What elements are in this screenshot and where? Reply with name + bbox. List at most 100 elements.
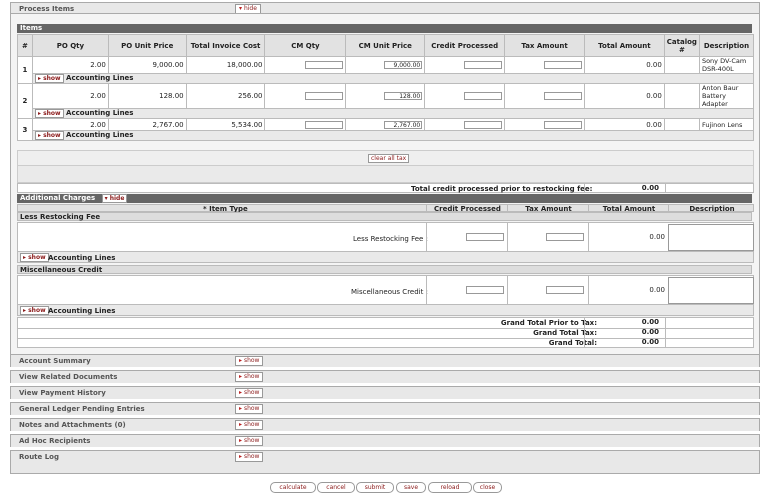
grand-total-prior-tax-label: Grand Total Prior to Tax: bbox=[500, 319, 597, 327]
cm-qty-input[interactable] bbox=[305, 92, 344, 100]
po-unit-price-cell: 2,767.00 bbox=[107, 118, 187, 131]
less-restocking-label: Less Restocking Fee : bbox=[353, 235, 428, 243]
col-po-qty: PO Qty bbox=[31, 34, 109, 57]
tab-notes-and-attachments[interactable]: Notes and Attachments (0) ▸ show bbox=[10, 418, 760, 431]
credit-processed-input[interactable] bbox=[464, 61, 503, 69]
col-tax-amount: Tax Amount bbox=[504, 34, 585, 57]
total-credit-label: Total credit processed prior to restocki… bbox=[411, 185, 593, 193]
ad-hoc-show-button[interactable]: ▸ show bbox=[235, 436, 264, 446]
reload-button[interactable]: reload bbox=[428, 482, 472, 493]
accounting-lines-show-button[interactable]: ▸ show bbox=[34, 131, 64, 140]
tab-title: Route Log bbox=[19, 453, 59, 461]
triangle-down-icon: ▾ bbox=[239, 5, 243, 12]
tab-title: Notes and Attachments (0) bbox=[19, 421, 126, 429]
tab-general-ledger-pending-entries[interactable]: General Ledger Pending Entries ▸ show bbox=[10, 402, 760, 415]
col-total-amount: Total Amount bbox=[583, 34, 665, 57]
misc-description-textarea[interactable] bbox=[668, 277, 754, 304]
accounting-lines-row: ▸ show Accounting Lines bbox=[18, 130, 755, 141]
submit-button[interactable]: submit bbox=[356, 482, 394, 493]
catalog-cell bbox=[663, 56, 700, 74]
misc-credit-header: Miscellaneous Credit bbox=[17, 265, 752, 274]
col-po-unit-price: PO Unit Price bbox=[107, 34, 187, 57]
accounting-lines-show-button[interactable]: ▸ show bbox=[34, 74, 64, 83]
table-row: 3 2.00 2,767.00 5,534.00 2,767.00 0.00 F… bbox=[17, 118, 755, 141]
total-credit-value: 0.00 bbox=[584, 184, 666, 192]
cm-qty-input[interactable] bbox=[305, 120, 344, 129]
accounting-lines-row: ▸ show Accounting Lines bbox=[18, 108, 755, 119]
col-cm-unit-price: CM Unit Price bbox=[345, 34, 426, 57]
misc-accounting-lines-row: ▸ show Accounting Lines bbox=[17, 305, 754, 316]
po-qty-cell: 2.00 bbox=[31, 83, 109, 109]
triangle-right-icon: ▸ bbox=[239, 437, 243, 444]
tax-amount-input[interactable] bbox=[543, 120, 582, 129]
col-catalog: Catalog # bbox=[663, 34, 700, 57]
cm-unit-price-input[interactable]: 128.00 bbox=[384, 92, 423, 100]
payment-history-show-button[interactable]: ▸ show bbox=[235, 388, 264, 398]
tab-ad-hoc-recipients[interactable]: Ad Hoc Recipients ▸ show bbox=[10, 434, 760, 447]
restocking-tax-input[interactable] bbox=[546, 233, 584, 241]
po-unit-price-cell: 128.00 bbox=[107, 83, 187, 109]
credit-processed-input[interactable] bbox=[464, 120, 503, 129]
additional-charges-hide-button[interactable]: ▾ hide bbox=[101, 194, 128, 203]
total-amount-cell: 0.00 bbox=[583, 56, 665, 74]
process-items-title: Process Items bbox=[19, 5, 75, 13]
restocking-accounting-lines-row: ▸ show Accounting Lines bbox=[17, 252, 754, 263]
notes-show-button[interactable]: ▸ show bbox=[235, 420, 264, 430]
triangle-right-icon: ▸ bbox=[239, 389, 243, 396]
triangle-right-icon: ▸ bbox=[239, 405, 243, 412]
col-cm-qty: CM Qty bbox=[264, 34, 347, 57]
restocking-description-textarea[interactable] bbox=[668, 224, 754, 251]
row-number: 3 bbox=[17, 118, 33, 141]
description-cell: Anton Baur Battery Adapter bbox=[698, 83, 755, 109]
tab-route-log[interactable]: Route Log ▸ show bbox=[10, 450, 760, 474]
catalog-cell bbox=[663, 118, 700, 131]
accounting-lines-show-button[interactable]: ▸ show bbox=[20, 253, 49, 262]
cancel-button[interactable]: cancel bbox=[317, 482, 355, 493]
cm-unit-price-input[interactable]: 2,767.00 bbox=[384, 120, 423, 129]
account-summary-show-button[interactable]: ▸ show bbox=[235, 356, 264, 366]
description-cell: Sony DV-Cam DSR-400L bbox=[698, 56, 755, 74]
close-button[interactable]: close bbox=[473, 482, 502, 493]
tab-view-related-documents[interactable]: View Related Documents ▸ show bbox=[10, 370, 760, 383]
total-amount-cell: 0.00 bbox=[583, 83, 665, 109]
tab-title: Ad Hoc Recipients bbox=[19, 437, 91, 445]
row-number: 2 bbox=[17, 83, 33, 119]
spacer-bar bbox=[17, 166, 754, 183]
accounting-lines-show-button[interactable]: ▸ show bbox=[20, 306, 49, 315]
col-num: # bbox=[17, 34, 33, 57]
triangle-right-icon: ▸ bbox=[37, 110, 41, 117]
triangle-right-icon: ▸ bbox=[37, 132, 41, 139]
accounting-lines-label: Accounting Lines bbox=[48, 307, 116, 315]
total-amount-cell: 0.00 bbox=[583, 118, 665, 131]
po-qty-cell: 2.00 bbox=[31, 118, 109, 131]
save-button[interactable]: save bbox=[396, 482, 426, 493]
accounting-lines-label: Accounting Lines bbox=[66, 74, 134, 82]
tab-title: View Payment History bbox=[19, 389, 106, 397]
tax-amount-input[interactable] bbox=[543, 61, 582, 69]
triangle-down-icon: ▾ bbox=[104, 195, 108, 202]
triangle-right-icon: ▸ bbox=[37, 75, 41, 82]
gl-pending-show-button[interactable]: ▸ show bbox=[235, 404, 264, 414]
accounting-lines-show-button[interactable]: ▸ show bbox=[34, 109, 64, 118]
tab-title: Account Summary bbox=[19, 357, 91, 365]
credit-processed-input[interactable] bbox=[464, 92, 503, 100]
clear-all-tax-button[interactable]: clear all tax bbox=[368, 154, 410, 163]
restocking-credit-input[interactable] bbox=[466, 233, 504, 241]
tax-amount-input[interactable] bbox=[543, 92, 582, 100]
row-number: 1 bbox=[17, 56, 33, 84]
cm-qty-input[interactable] bbox=[305, 61, 344, 69]
misc-credit-input[interactable] bbox=[466, 286, 504, 294]
cm-unit-price-input[interactable]: 9,000.00 bbox=[384, 61, 423, 69]
tab-account-summary[interactable]: Account Summary ▸ show bbox=[10, 354, 760, 367]
additional-charges-columns: * Item Type Credit Processed Tax Amount … bbox=[17, 204, 754, 213]
misc-tax-input[interactable] bbox=[546, 286, 584, 294]
route-log-show-button[interactable]: ▸ show bbox=[235, 452, 264, 462]
related-documents-show-button[interactable]: ▸ show bbox=[235, 372, 264, 382]
misc-credit-row: Miscellaneous Credit : 0.00 bbox=[17, 275, 754, 305]
total-invoice-cost-cell: 18,000.00 bbox=[185, 56, 266, 74]
accounting-lines-label: Accounting Lines bbox=[48, 254, 116, 262]
calculate-button[interactable]: calculate bbox=[270, 482, 316, 493]
tab-view-payment-history[interactable]: View Payment History ▸ show bbox=[10, 386, 760, 399]
po-unit-price-cell: 9,000.00 bbox=[107, 56, 187, 74]
clear-tax-bar: clear all tax bbox=[17, 150, 754, 166]
